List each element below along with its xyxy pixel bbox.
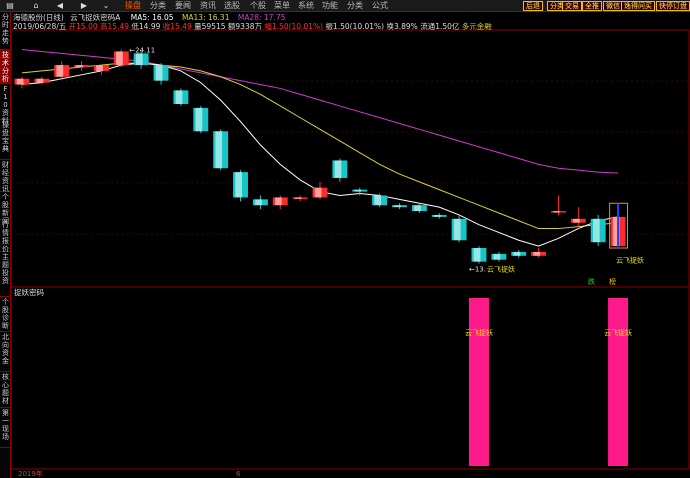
candle xyxy=(93,65,109,75)
ma5-line xyxy=(21,62,619,247)
candle-highlight xyxy=(76,65,84,68)
candle-highlight xyxy=(235,172,243,198)
candle-highlight xyxy=(533,251,541,256)
month-label: 6 xyxy=(236,470,241,478)
candle xyxy=(113,49,129,68)
candle xyxy=(74,61,89,71)
sub-panel-border xyxy=(10,286,690,470)
price-chart[interactable]: ←24.11←13. 云飞捉妖云飞捉妖跌榜 捉妖密码云飞捉妖 云飞捉妖2019年 6 xyxy=(0,0,690,478)
candle-highlight xyxy=(96,65,103,71)
candle-highlight xyxy=(434,214,441,217)
signal-bar-label: 云飞捉妖 xyxy=(465,328,493,337)
candle-highlight xyxy=(394,205,401,208)
candle xyxy=(471,246,487,264)
candle-highlight xyxy=(155,65,163,81)
candle xyxy=(173,88,189,106)
signal-bar xyxy=(608,298,629,466)
candle xyxy=(233,170,248,202)
candle xyxy=(451,214,467,243)
ma13-line xyxy=(21,62,619,230)
candle xyxy=(511,249,527,258)
year-label: 2019年 xyxy=(18,469,43,478)
low-price-label: ←13. xyxy=(469,266,486,274)
candle-highlight xyxy=(553,211,560,213)
candle-highlight xyxy=(314,187,322,198)
candle-highlight xyxy=(175,90,183,105)
candle-highlight xyxy=(473,248,481,262)
candle-highlight xyxy=(453,218,461,241)
candle-highlight xyxy=(16,78,24,85)
candle-highlight xyxy=(215,131,223,169)
candle xyxy=(491,251,507,262)
candle xyxy=(312,181,328,200)
candle-highlight xyxy=(334,160,342,178)
mark-rank: 榜 xyxy=(609,277,616,286)
candle-highlight xyxy=(374,195,382,206)
signal-bar xyxy=(468,298,489,466)
candle xyxy=(570,207,586,227)
signal-label: 云飞捉妖 xyxy=(487,265,515,274)
candle xyxy=(292,195,308,202)
candle xyxy=(54,61,70,79)
mark-fall: 跌 xyxy=(588,277,595,286)
candle xyxy=(392,203,407,210)
candle xyxy=(213,129,229,171)
candle xyxy=(431,212,447,219)
candle-highlight xyxy=(135,53,143,66)
candle-highlight xyxy=(414,205,421,212)
candle-highlight xyxy=(513,251,521,256)
candle-highlight xyxy=(573,218,580,223)
candle-highlight xyxy=(592,218,600,243)
candle-highlight xyxy=(275,197,282,206)
candle xyxy=(14,76,30,89)
signal-label: 云飞捉妖 xyxy=(616,256,644,265)
candle xyxy=(551,195,566,215)
signal-bar-label: 云飞捉妖 xyxy=(604,328,632,337)
candle-highlight xyxy=(116,51,123,66)
candle-highlight xyxy=(36,78,44,83)
candle-highlight xyxy=(255,199,262,206)
candle xyxy=(252,195,268,210)
candle-highlight xyxy=(195,107,203,132)
candle xyxy=(372,193,388,208)
candle xyxy=(332,158,348,182)
high-price-label: ←24.11 xyxy=(129,46,155,54)
candle xyxy=(531,248,547,258)
candle-highlight xyxy=(354,189,362,192)
candle xyxy=(590,214,606,247)
candle-highlight xyxy=(493,253,501,260)
sub-panel-title: 捉妖密码 xyxy=(14,287,44,297)
candle-highlight xyxy=(294,197,302,199)
main-panel-border xyxy=(10,29,690,288)
candle xyxy=(193,105,209,134)
candle xyxy=(272,195,288,210)
candle-highlight xyxy=(56,65,64,77)
